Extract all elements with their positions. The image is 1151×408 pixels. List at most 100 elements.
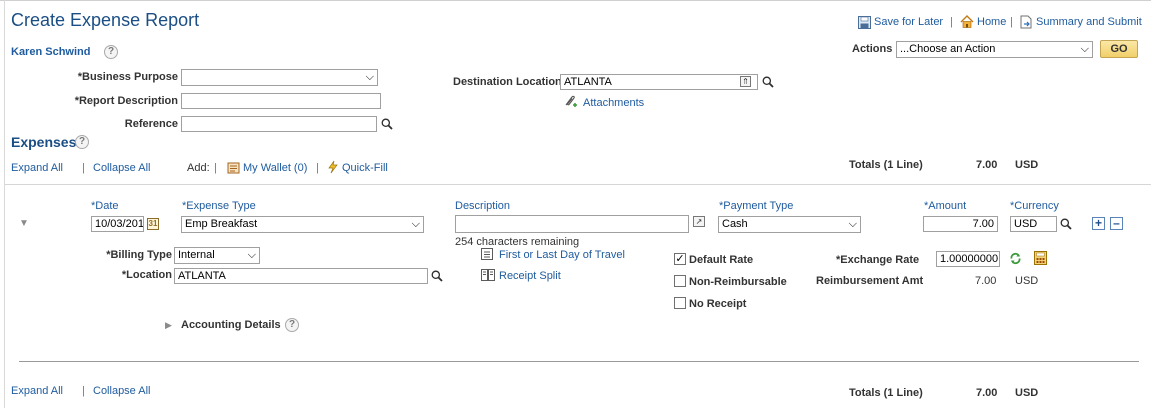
separator: | xyxy=(316,162,319,174)
currency-input[interactable]: USD xyxy=(1010,216,1057,232)
expand-text-icon[interactable]: ⇑ xyxy=(740,76,751,87)
chevron-down-icon: ⌵ xyxy=(365,71,374,83)
first-last-day-link[interactable]: First or Last Day of Travel xyxy=(499,249,625,261)
no-receipt-checkbox[interactable] xyxy=(674,297,686,309)
totals-label: Totals (1 Line) xyxy=(849,159,923,171)
divider xyxy=(19,361,1139,362)
date-input[interactable]: 10/03/2016 xyxy=(91,216,144,232)
expenses-section-title: Expenses xyxy=(11,134,77,150)
payment-type-value: Cash xyxy=(722,218,748,230)
payment-type-select[interactable]: Cash ⌵ xyxy=(718,216,861,233)
location-input[interactable]: ATLANTA xyxy=(174,268,428,284)
currency-label: *Currency xyxy=(1010,200,1059,212)
report-description-input[interactable] xyxy=(181,93,381,109)
default-rate-checkbox[interactable]: ✓ xyxy=(674,253,686,265)
description-label: Description xyxy=(455,200,511,212)
non-reimbursable-checkbox[interactable] xyxy=(674,275,686,287)
separator: | xyxy=(950,16,953,28)
expense-type-value: Emp Breakfast xyxy=(185,218,258,230)
magnifier-icon[interactable] xyxy=(762,76,774,91)
exchange-rate-input[interactable]: 1.00000000 xyxy=(936,251,1000,267)
magnifier-icon[interactable] xyxy=(381,118,393,133)
triangle-right-icon[interactable]: ▶ xyxy=(165,320,172,331)
magnifier-icon[interactable] xyxy=(431,270,443,285)
description-input[interactable] xyxy=(455,215,689,233)
receipt-split-icon[interactable] xyxy=(481,269,495,284)
quick-fill-link[interactable]: Quick-Fill xyxy=(342,162,388,174)
home-icon[interactable] xyxy=(960,15,974,31)
calculator-icon[interactable] xyxy=(1034,251,1047,268)
destination-location-label: Destination Location xyxy=(453,76,562,88)
my-wallet-link[interactable]: My Wallet (0) xyxy=(243,162,307,174)
location-label: *Location xyxy=(121,269,172,281)
destination-location-input[interactable]: ATLANTA xyxy=(560,74,758,90)
separator: | xyxy=(214,162,217,174)
totals-label: Totals (1 Line) xyxy=(849,387,923,399)
totals-currency: USD xyxy=(1015,387,1039,399)
attachments-link[interactable]: Attachments xyxy=(583,97,644,109)
billing-type-value: Internal xyxy=(178,249,215,261)
summary-submit-link[interactable]: Summary and Submit xyxy=(1036,16,1142,28)
amount-input[interactable]: 7.00 xyxy=(923,216,998,232)
triangle-down-icon[interactable]: ▼ xyxy=(19,218,29,229)
reference-input[interactable] xyxy=(181,116,377,132)
page-title: Create Expense Report xyxy=(11,10,200,30)
separator: | xyxy=(82,162,85,174)
business-purpose-label: *Business Purpose xyxy=(77,71,178,83)
left-border xyxy=(4,0,5,408)
actions-select[interactable]: ...Choose an Action ⌵ xyxy=(896,41,1093,58)
totals-amount: 7.00 xyxy=(976,387,998,399)
plus-icon[interactable]: + xyxy=(1092,217,1105,230)
characters-remaining: 254 characters remaining xyxy=(455,236,580,248)
user-name: Karen Schwind xyxy=(11,46,91,58)
default-rate-label: Default Rate xyxy=(689,254,754,266)
reference-label: Reference xyxy=(124,118,178,130)
actions-select-value: ...Choose an Action xyxy=(900,43,996,55)
destination-location-value: ATLANTA xyxy=(564,76,612,88)
date-label: *Date xyxy=(91,200,119,212)
accounting-details-link[interactable]: Accounting Details xyxy=(181,319,281,331)
top-border xyxy=(0,0,1151,1)
add-label: Add: xyxy=(187,162,210,174)
chevron-down-icon: ⌵ xyxy=(848,218,857,230)
help-icon[interactable]: ? xyxy=(104,45,118,59)
payment-type-label: *Payment Type xyxy=(719,200,794,212)
billing-type-select[interactable]: Internal ⌵ xyxy=(174,247,260,264)
reimbursement-amount-label: Reimbursement Amt xyxy=(816,275,924,287)
expense-type-label: *Expense Type xyxy=(182,200,256,212)
refresh-icon[interactable] xyxy=(1009,252,1022,268)
lightning-icon[interactable] xyxy=(327,160,339,177)
business-purpose-select[interactable]: ⌵ xyxy=(181,69,378,86)
minus-icon[interactable]: – xyxy=(1110,217,1123,230)
amount-label: *Amount xyxy=(924,200,967,212)
help-icon[interactable]: ? xyxy=(285,318,299,332)
summary-icon[interactable] xyxy=(1020,15,1033,32)
receipt-split-link[interactable]: Receipt Split xyxy=(499,270,561,282)
totals-currency: USD xyxy=(1015,159,1039,171)
wallet-icon[interactable] xyxy=(227,161,240,177)
non-reimbursable-label: Non-Reimbursable xyxy=(689,276,787,288)
save-for-later-link[interactable]: Save for Later xyxy=(874,16,943,28)
list-icon[interactable] xyxy=(481,248,493,263)
expense-type-select[interactable]: Emp Breakfast ⌵ xyxy=(181,216,424,233)
billing-type-label: *Billing Type xyxy=(106,249,172,261)
calendar-icon[interactable]: 31 xyxy=(147,218,159,230)
home-link[interactable]: Home xyxy=(977,16,1006,28)
chevron-down-icon: ⌵ xyxy=(247,249,256,261)
expand-text-icon[interactable]: ↗ xyxy=(693,216,705,227)
go-button[interactable]: GO xyxy=(1100,40,1138,58)
no-receipt-label: No Receipt xyxy=(689,298,747,310)
save-icon[interactable] xyxy=(858,16,871,32)
report-description-label: *Report Description xyxy=(74,95,178,107)
collapse-all-link[interactable]: Collapse All xyxy=(93,385,150,397)
actions-label: Actions xyxy=(852,43,893,55)
expand-all-link[interactable]: Expand All xyxy=(11,162,63,174)
magnifier-icon[interactable] xyxy=(1060,218,1072,233)
divider xyxy=(5,184,1151,185)
reimbursement-currency: USD xyxy=(1015,275,1039,287)
paperclip-add-icon[interactable] xyxy=(563,94,579,111)
help-icon[interactable]: ? xyxy=(75,135,89,149)
expand-all-link[interactable]: Expand All xyxy=(11,385,63,397)
chevron-down-icon: ⌵ xyxy=(1080,43,1089,55)
collapse-all-link[interactable]: Collapse All xyxy=(93,162,150,174)
